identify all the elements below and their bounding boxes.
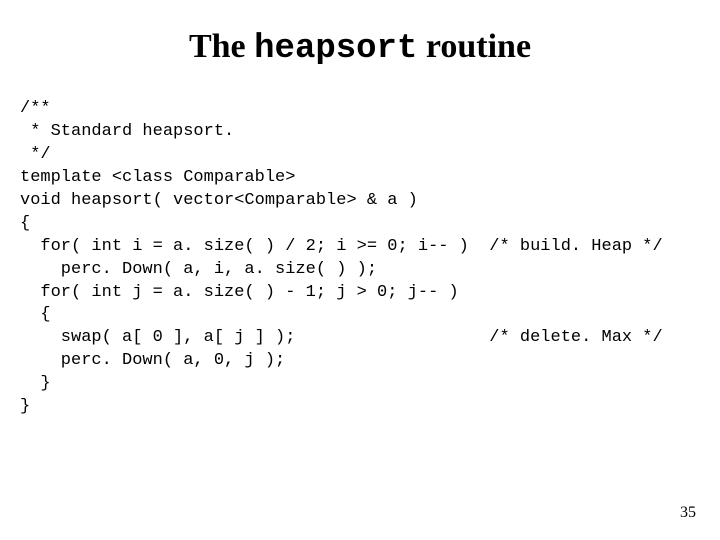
code-line: * Standard heapsort. [20,122,234,141]
code-line: void heapsort( vector<Comparable> & a ) [20,191,418,210]
code-line: } [20,374,51,393]
code-line: template <class Comparable> [20,168,295,187]
code-line: */ [20,145,51,164]
title-prefix: The [189,28,254,65]
code-line: for( int j = a. size( ) - 1; j > 0; j-- … [20,283,459,302]
code-line: { [20,214,30,233]
title-mono: heapsort [254,30,417,68]
code-line: { [20,305,51,324]
title-suffix: routine [417,28,531,65]
code-line: /** [20,99,51,118]
slide: The heapsort routine /** * Standard heap… [0,0,720,540]
slide-title: The heapsort routine [0,0,720,78]
code-line: swap( a[ 0 ], a[ j ] ); /* delete. Max *… [20,328,663,347]
page-number: 35 [680,504,696,522]
code-line: for( int i = a. size( ) / 2; i >= 0; i--… [20,237,663,256]
code-line: } [20,397,30,416]
code-line: perc. Down( a, 0, j ); [20,351,285,370]
code-line: perc. Down( a, i, a. size( ) ); [20,260,377,279]
code-block: /** * Standard heapsort. */ template <cl… [0,78,720,419]
